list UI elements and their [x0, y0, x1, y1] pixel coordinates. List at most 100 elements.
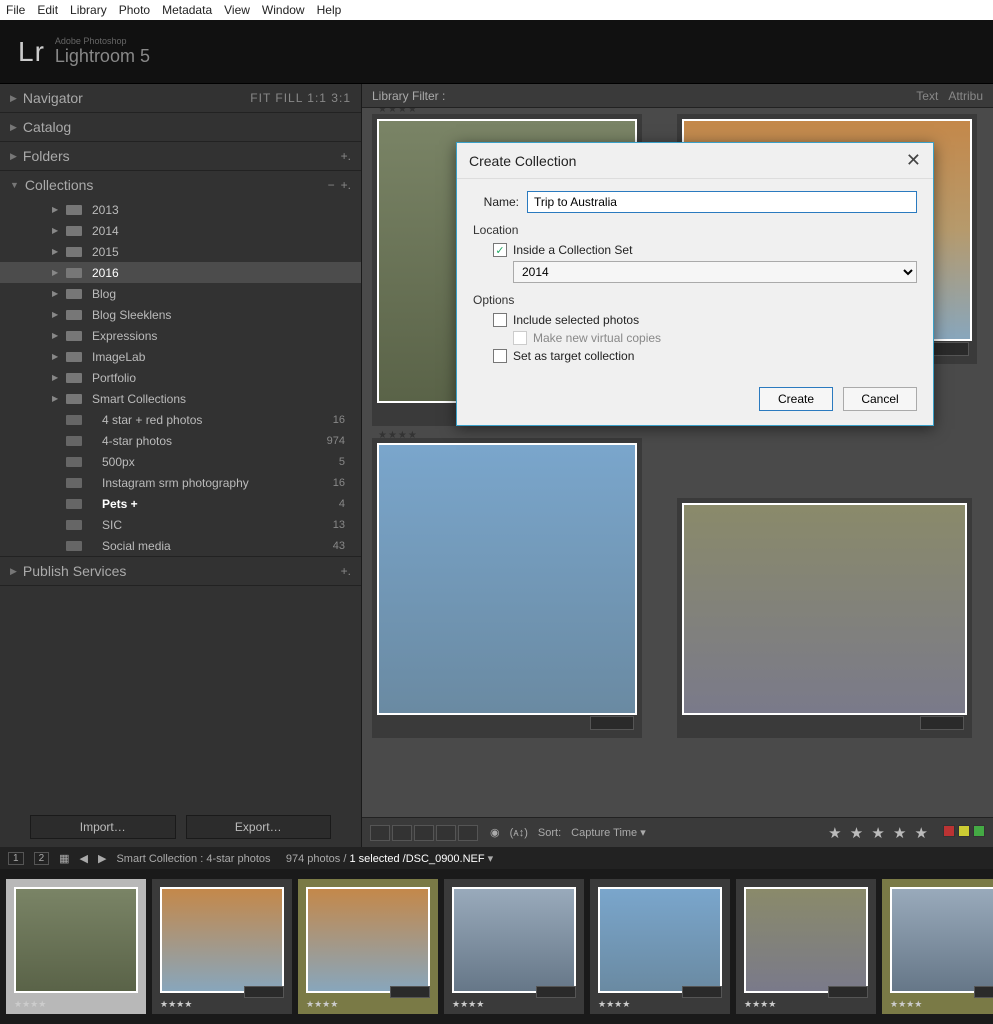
menu-metadata[interactable]: Metadata: [162, 3, 212, 17]
app-menu-bar[interactable]: File Edit Library Photo Metadata View Wi…: [0, 0, 993, 20]
collection-set-icon: [66, 373, 82, 383]
publish-add-icon[interactable]: +.: [341, 564, 351, 578]
collection-item[interactable]: ▶ImageLab: [0, 346, 361, 367]
grid-cell[interactable]: [372, 438, 642, 738]
include-selected-label: Include selected photos: [513, 313, 639, 327]
virtual-copies-label: Make new virtual copies: [533, 331, 661, 345]
source-label[interactable]: Smart Collection : 4-star photos: [116, 853, 270, 865]
filmstrip-info-bar: 1 2 ▦ ◀ ▶ Smart Collection : 4-star phot…: [0, 847, 993, 869]
collection-item[interactable]: SIC13: [0, 514, 361, 535]
grid-mode-icon[interactable]: ▦: [59, 852, 69, 865]
collection-item[interactable]: Instagram srm photography16: [0, 472, 361, 493]
close-icon[interactable]: ✕: [906, 150, 921, 171]
inside-collection-set-checkbox[interactable]: [493, 243, 507, 257]
brand-text: Adobe Photoshop Lightroom 5: [55, 37, 150, 67]
filmstrip-thumb[interactable]: ★★★★: [736, 879, 876, 1014]
collection-item[interactable]: ▶Expressions: [0, 325, 361, 346]
sort-menu[interactable]: Capture Time ▾: [571, 826, 646, 839]
sort-direction-icon[interactable]: (ᴀ↕): [510, 827, 528, 839]
collections-minus-icon[interactable]: −: [328, 178, 335, 192]
target-collection-checkbox[interactable]: [493, 349, 507, 363]
collection-icon: [66, 541, 82, 551]
collection-set-icon: [66, 268, 82, 278]
panel-catalog[interactable]: ▶ Catalog: [0, 113, 361, 141]
selected-count: 1 selected: [349, 853, 399, 865]
include-selected-checkbox[interactable]: [493, 313, 507, 327]
cancel-button[interactable]: Cancel: [843, 387, 917, 411]
color-label-chips[interactable]: [940, 825, 985, 840]
folders-add-icon[interactable]: +.: [341, 149, 351, 163]
create-button[interactable]: Create: [759, 387, 833, 411]
panel-collections[interactable]: ▼ Collections − +.: [0, 171, 361, 199]
panel-navigator[interactable]: ▶ Navigator FIT FILL 1:1 3:1: [0, 84, 361, 112]
filmstrip-thumb[interactable]: ★★★★: [6, 879, 146, 1014]
disclosure-icon: ▶: [52, 373, 58, 382]
navigator-zoom-options[interactable]: FIT FILL 1:1 3:1: [250, 91, 351, 105]
collection-item[interactable]: ▶2015: [0, 241, 361, 262]
disclosure-icon: ▶: [52, 205, 58, 214]
collection-item[interactable]: ▶Smart Collections: [0, 388, 361, 409]
filmstrip-thumb[interactable]: ★★★★: [152, 879, 292, 1014]
menu-library[interactable]: Library: [70, 3, 107, 17]
painter-tool-icon[interactable]: ◉: [490, 826, 500, 839]
collection-name-input[interactable]: [527, 191, 917, 213]
collection-icon: [66, 499, 82, 509]
filter-attribute[interactable]: Attribu: [948, 89, 983, 103]
rating-filter[interactable]: ★ ★ ★ ★ ★: [828, 824, 930, 842]
lightroom-logo: Lr: [18, 36, 45, 68]
menu-view[interactable]: View: [224, 3, 250, 17]
collection-item[interactable]: 500px5: [0, 451, 361, 472]
menu-file[interactable]: File: [6, 3, 25, 17]
collection-item[interactable]: ▶2016: [0, 262, 361, 283]
parent-collection-set-select[interactable]: 2014: [513, 261, 917, 283]
export-button[interactable]: Export…: [186, 815, 332, 839]
dialog-title: Create Collection: [469, 153, 576, 169]
thumbnail-badges[interactable]: [920, 716, 964, 730]
filmstrip[interactable]: ★★★★ ★★★★ ★★★★ ★★★★ ★★★★ ★★★★ ★★★★: [0, 869, 993, 1024]
menu-photo[interactable]: Photo: [119, 3, 150, 17]
collection-item[interactable]: Social media43: [0, 535, 361, 556]
collection-icon: [66, 520, 82, 530]
view-mode-buttons[interactable]: [370, 825, 480, 841]
filmstrip-thumb[interactable]: ★★★★: [298, 879, 438, 1014]
disclosure-icon: ▶: [52, 268, 58, 277]
selected-file: /DSC_0900.NEF: [403, 853, 485, 865]
collection-item[interactable]: ▶2014: [0, 220, 361, 241]
thumbnail-image: [377, 443, 637, 715]
collection-item[interactable]: 4 star + red photos16: [0, 409, 361, 430]
disclosure-icon: ▶: [10, 151, 17, 162]
collections-plus-icon[interactable]: +.: [341, 178, 351, 192]
disclosure-icon: ▶: [52, 226, 58, 235]
grid-cell[interactable]: [677, 498, 972, 738]
menu-edit[interactable]: Edit: [37, 3, 58, 17]
panel-publish-services[interactable]: ▶ Publish Services +.: [0, 557, 361, 585]
nav-forward-icon[interactable]: ▶: [98, 852, 106, 865]
import-button[interactable]: Import…: [30, 815, 176, 839]
grid-toolbar[interactable]: ◉ (ᴀ↕) Sort: Capture Time ▾ ★ ★ ★ ★ ★: [362, 817, 993, 847]
secondary-display-1[interactable]: 1: [8, 852, 24, 865]
collection-icon: [66, 478, 82, 488]
filmstrip-thumb[interactable]: ★★★★: [590, 879, 730, 1014]
disclosure-icon: ▶: [52, 331, 58, 340]
thumbnail-badges[interactable]: [590, 716, 634, 730]
filter-text[interactable]: Text: [916, 89, 938, 103]
menu-window[interactable]: Window: [262, 3, 305, 17]
panel-folders[interactable]: ▶ Folders +.: [0, 142, 361, 170]
collection-item[interactable]: ▶Blog: [0, 283, 361, 304]
collection-item[interactable]: ▶Portfolio: [0, 367, 361, 388]
nav-back-icon[interactable]: ◀: [80, 852, 88, 865]
identity-plate: Lr Adobe Photoshop Lightroom 5: [0, 20, 993, 84]
library-filter-bar[interactable]: Library Filter : Text Attribu: [362, 84, 993, 108]
collection-item[interactable]: ▶2013: [0, 199, 361, 220]
collection-set-icon: [66, 394, 82, 404]
dropdown-icon[interactable]: ▾: [488, 853, 494, 865]
collection-item[interactable]: ▶Blog Sleeklens: [0, 304, 361, 325]
secondary-display-2[interactable]: 2: [34, 852, 50, 865]
thumbnail-image: [682, 503, 967, 715]
collection-item[interactable]: Pets +4: [0, 493, 361, 514]
filmstrip-thumb[interactable]: ★★★★: [882, 879, 993, 1014]
menu-help[interactable]: Help: [317, 3, 342, 17]
disclosure-icon: ▶: [10, 566, 17, 577]
filmstrip-thumb[interactable]: ★★★★: [444, 879, 584, 1014]
collection-item[interactable]: 4-star photos974: [0, 430, 361, 451]
